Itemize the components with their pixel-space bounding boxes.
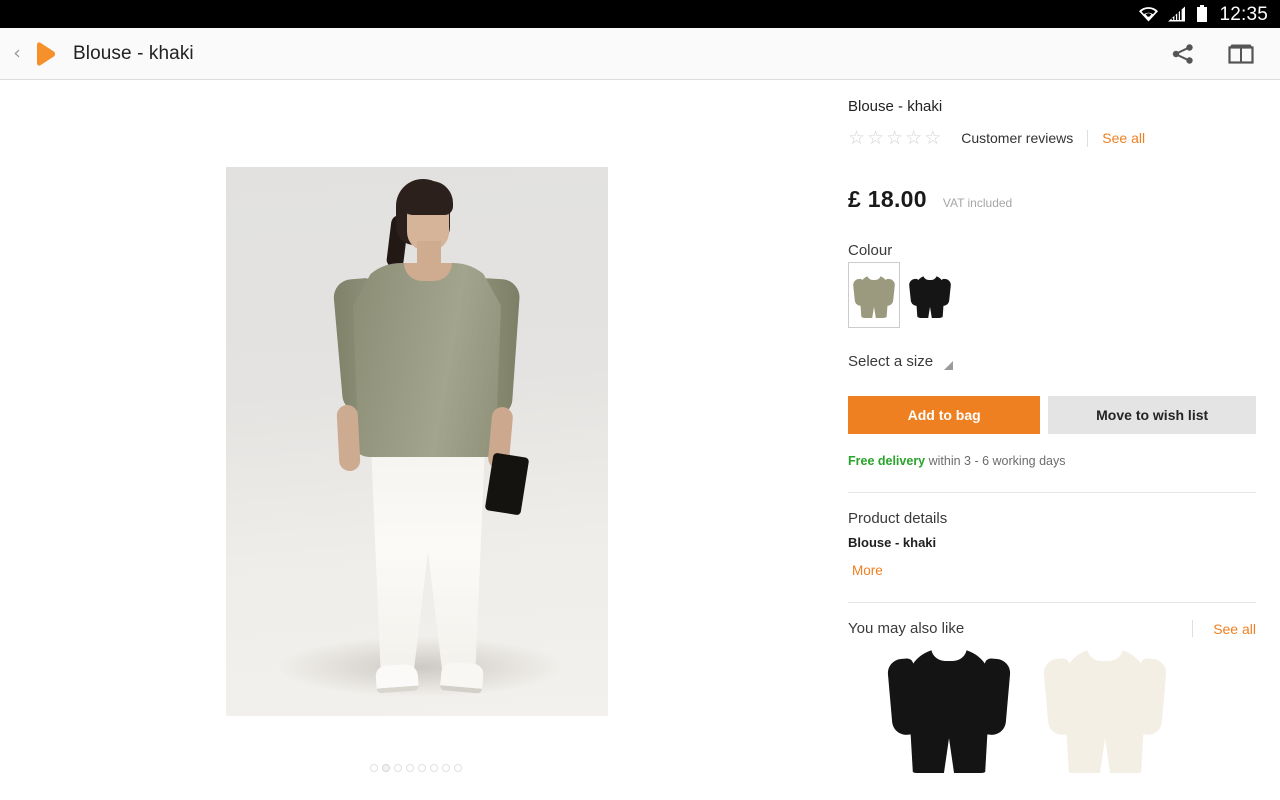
gallery-dot-2[interactable] [382, 764, 390, 772]
blouse-body [353, 263, 501, 457]
back-chevron-icon[interactable]: ‹ [6, 34, 28, 74]
colour-swatch-black[interactable] [904, 262, 956, 328]
gallery-pagination-dots[interactable] [0, 764, 832, 772]
gallery-dot-8[interactable] [454, 764, 462, 772]
page-body: Blouse - khaki ☆ ☆ ☆ ☆ ☆ Customer reviews Se… [0, 80, 1280, 800]
free-delivery-label: Free delivery [848, 454, 926, 468]
app-bar: ‹ Blouse - khaki [0, 28, 1280, 80]
swatch-shirt-icon [908, 272, 952, 318]
colour-swatch-khaki[interactable] [848, 262, 900, 328]
star-icon-5[interactable]: ☆ [924, 128, 941, 148]
star-rating[interactable]: ☆ ☆ ☆ ☆ ☆ [848, 128, 941, 148]
price-row: £ 18.00 VAT included [848, 186, 1256, 213]
delivery-terms: within 3 - 6 working days [925, 454, 1066, 468]
recommendations-list [848, 643, 1256, 773]
recommendations-header: You may also like See all [848, 620, 1256, 637]
model-arm-left [336, 404, 361, 472]
wifi-icon [1138, 6, 1159, 22]
divider [1087, 129, 1089, 147]
recommendation-blouse-cream[interactable] [1042, 643, 1168, 773]
product-details-section: Product details Blouse - khaki More [848, 510, 1256, 578]
gallery-dot-5[interactable] [418, 764, 426, 772]
gallery-dot-3[interactable] [394, 764, 402, 772]
product-info-pane: Blouse - khaki ☆ ☆ ☆ ☆ ☆ Customer reviews Se… [832, 80, 1280, 800]
signal-icon [1168, 6, 1187, 22]
colour-swatch-list [848, 262, 1256, 328]
model-shadow [280, 637, 560, 697]
model-shoe-right [439, 661, 485, 694]
gallery-dot-4[interactable] [406, 764, 414, 772]
hero-product-image[interactable] [226, 167, 608, 716]
share-icon[interactable] [1170, 41, 1196, 67]
swatch-shirt-icon [852, 272, 896, 318]
divider [848, 602, 1256, 603]
recommendations-title: You may also like [848, 620, 965, 637]
star-icon-3[interactable]: ☆ [886, 128, 903, 148]
customer-reviews-label: Customer reviews [961, 130, 1074, 146]
recommendations-see-all-link[interactable]: See all [1213, 621, 1256, 637]
gallery-dot-6[interactable] [430, 764, 438, 772]
reviews-see-all-link[interactable]: See all [1102, 130, 1145, 146]
rating-row: ☆ ☆ ☆ ☆ ☆ Customer reviews See all [848, 128, 1256, 148]
size-label: Select a size [848, 352, 934, 370]
star-icon-1[interactable]: ☆ [848, 128, 865, 148]
size-selector[interactable]: Select a size [848, 352, 1256, 370]
model-shoe-left [375, 663, 419, 694]
divider [1192, 620, 1194, 637]
move-to-wish-list-button[interactable]: Move to wish list [1048, 396, 1256, 434]
chevron-down-icon [944, 361, 954, 370]
status-bar: 12:35 [0, 0, 1280, 28]
add-to-bag-button[interactable]: Add to bag [848, 396, 1041, 434]
delivery-info: Free delivery within 3 - 6 working days [848, 454, 1256, 468]
product-details-more-link[interactable]: More [852, 563, 1256, 578]
battery-icon [1196, 5, 1208, 23]
otto-brand-logo-icon[interactable] [30, 39, 60, 69]
colour-selector: Colour [848, 242, 1256, 328]
vat-note: VAT included [942, 196, 1013, 210]
product-name: Blouse - khaki [848, 98, 943, 115]
model-hair-front [401, 181, 453, 215]
divider [848, 492, 1256, 493]
status-clock: 12:35 [1219, 3, 1268, 25]
action-row: Add to bag Move to wish list [848, 396, 1256, 434]
model-clutch-bag [484, 452, 530, 516]
colour-label: Colour [848, 242, 893, 259]
gallery-dot-1[interactable] [370, 764, 378, 772]
product-price: £ 18.00 [848, 186, 927, 212]
app-bar-actions [1170, 41, 1280, 67]
product-details-name: Blouse - khaki [848, 535, 937, 550]
product-gallery [0, 80, 832, 800]
catalogue-icon[interactable] [1228, 41, 1254, 67]
product-details-heading: Product details [848, 510, 948, 527]
star-icon-2[interactable]: ☆ [867, 128, 884, 148]
star-icon-4[interactable]: ☆ [905, 128, 922, 148]
page-title: Blouse - khaki [73, 42, 194, 64]
recommendation-blouse-black[interactable] [886, 643, 1012, 773]
gallery-dot-7[interactable] [442, 764, 450, 772]
